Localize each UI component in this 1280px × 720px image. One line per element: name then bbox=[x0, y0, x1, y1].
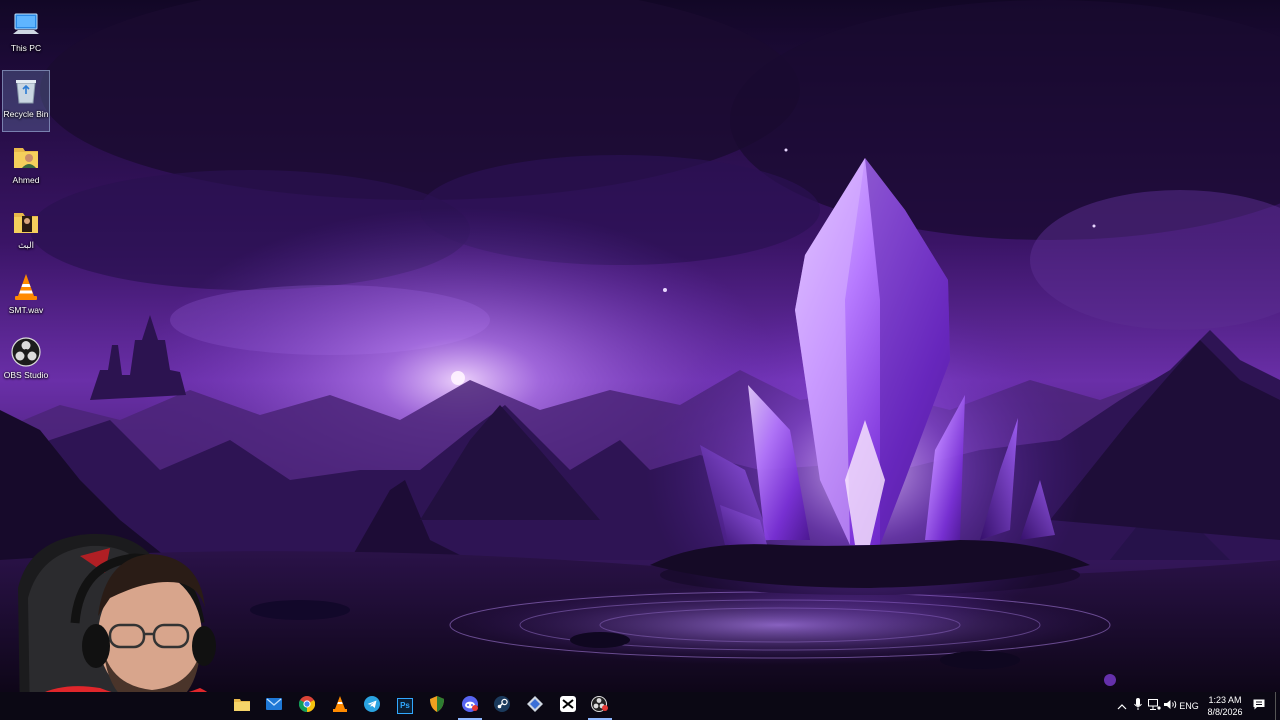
clock-date: 8/8/2026 bbox=[1207, 707, 1243, 717]
chevron-up-icon bbox=[1117, 697, 1127, 715]
vlc-cone-icon bbox=[332, 695, 348, 717]
notification-icon bbox=[1253, 697, 1265, 715]
taskbar-vlc[interactable] bbox=[324, 692, 356, 720]
mail-icon bbox=[266, 697, 282, 716]
desktop-icon-obs-studio[interactable]: OBS Studio bbox=[2, 331, 50, 393]
taskbar-shield-app[interactable] bbox=[421, 692, 453, 720]
tray-overflow-chevron[interactable] bbox=[1114, 692, 1130, 720]
taskbar-network-app[interactable] bbox=[519, 692, 551, 720]
taskbar-telegram[interactable] bbox=[356, 692, 388, 720]
chrome-icon bbox=[298, 695, 316, 717]
discord-icon bbox=[461, 695, 479, 717]
obs-studio-icon bbox=[591, 695, 609, 717]
desktop-icon-this-pc[interactable]: This PC bbox=[2, 4, 50, 66]
taskbar-steam[interactable] bbox=[486, 692, 518, 720]
this-pc-icon bbox=[10, 9, 42, 41]
desktop-icon-folder[interactable]: البث bbox=[2, 201, 50, 263]
desktop-icon-label: البث bbox=[18, 240, 34, 250]
taskbar-capcut[interactable] bbox=[552, 692, 584, 720]
tray-network[interactable] bbox=[1146, 692, 1162, 720]
telegram-icon bbox=[364, 695, 380, 717]
steam-icon bbox=[494, 695, 510, 717]
tray-microphone[interactable] bbox=[1131, 692, 1145, 720]
network-diamond-icon bbox=[527, 695, 543, 717]
clock-time: 1:23 AM bbox=[1208, 695, 1242, 705]
desktop-icon-label: SMT.wav bbox=[8, 305, 44, 315]
desktop-icon-recycle-bin[interactable]: Recycle Bin bbox=[2, 70, 50, 132]
desktop-icon-smt-wav[interactable]: SMT.wav bbox=[2, 266, 50, 328]
microphone-icon bbox=[1134, 697, 1142, 715]
desktop-icon-ahmed[interactable]: Ahmed bbox=[2, 136, 50, 198]
taskbar-photoshop[interactable]: Ps bbox=[389, 692, 421, 720]
tray-volume[interactable] bbox=[1162, 692, 1178, 720]
capcut-icon bbox=[560, 695, 576, 717]
speaker-icon bbox=[1163, 697, 1177, 715]
desktop-icon-label: This PC bbox=[10, 43, 42, 53]
desktop-icon-label: OBS Studio bbox=[3, 370, 49, 380]
desktop-icon-label: Recycle Bin bbox=[3, 109, 49, 119]
desktop-icon-label: Ahmed bbox=[12, 175, 40, 185]
taskbar-mail[interactable] bbox=[258, 692, 290, 720]
taskbar: Ps ENG 1:23 AM 8/8/2026 bbox=[0, 692, 1280, 720]
taskbar-file-explorer[interactable] bbox=[226, 692, 258, 720]
photoshop-icon: Ps bbox=[397, 698, 413, 714]
folder-icon bbox=[234, 697, 250, 716]
show-desktop-button[interactable] bbox=[1275, 692, 1280, 720]
user-folder-icon bbox=[10, 141, 42, 173]
network-icon bbox=[1147, 697, 1161, 715]
shield-icon bbox=[429, 695, 445, 717]
recycle-bin-icon bbox=[10, 75, 42, 107]
vlc-cone-icon bbox=[10, 271, 42, 303]
taskbar-clock[interactable]: 1:23 AM 8/8/2026 bbox=[1196, 694, 1254, 718]
folder-icon bbox=[10, 206, 42, 238]
taskbar-obs-studio[interactable] bbox=[584, 692, 616, 720]
tray-notifications[interactable] bbox=[1250, 692, 1268, 720]
taskbar-chrome[interactable] bbox=[291, 692, 323, 720]
taskbar-discord[interactable] bbox=[454, 692, 486, 720]
obs-studio-icon bbox=[10, 336, 42, 368]
